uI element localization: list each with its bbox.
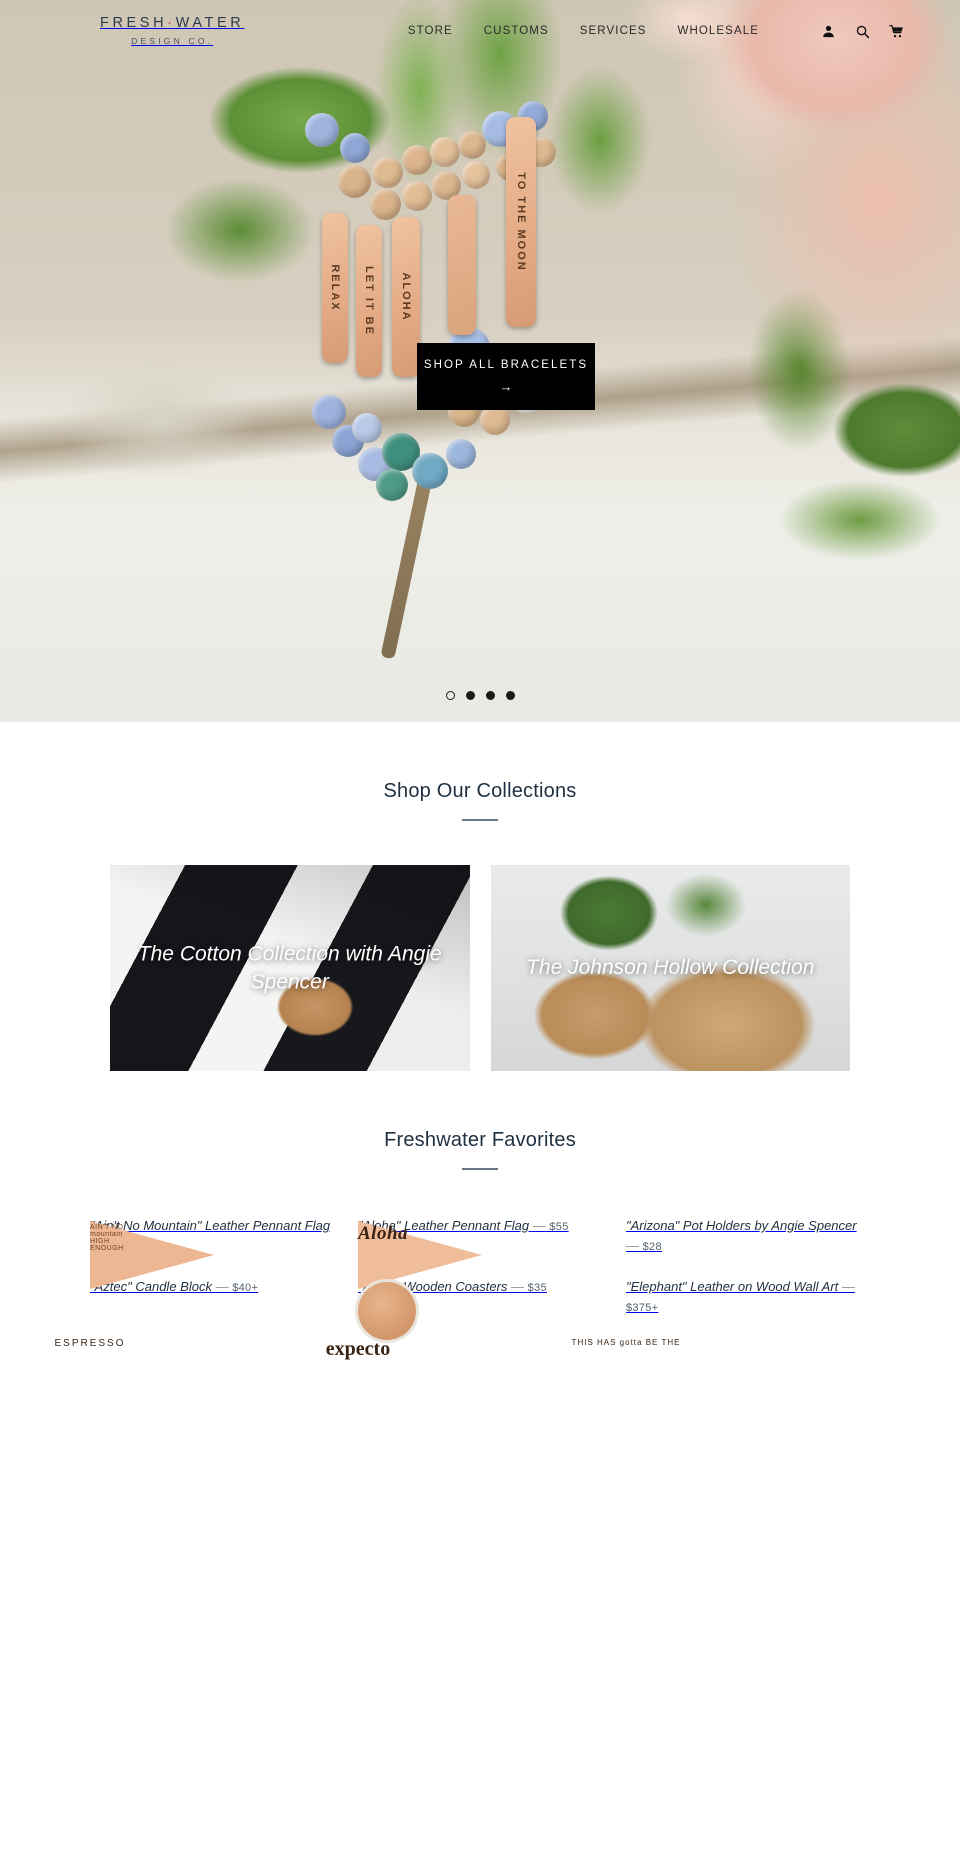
product-price: $40+ (232, 1282, 259, 1294)
product-card-aint-no-mountain[interactable]: AIN'T NO mountain HIGH ENOUGH "Ain't No … (90, 1216, 334, 1289)
bracelet-tag-label: ALOHA (400, 272, 412, 322)
product-card-aloha[interactable]: Aloha "Aloha" Leather Pennant Flag — $55 (358, 1216, 602, 1289)
bead (458, 131, 486, 159)
carousel-dot-1[interactable] (445, 691, 455, 700)
bracelet-tag-label: RELAX (329, 264, 341, 312)
product-card-arizona-pot-holders[interactable]: "Arizona" Pot Holders by Angie Spencer —… (626, 1216, 870, 1277)
bead (338, 165, 371, 198)
product-price: $28 (642, 1240, 662, 1253)
favorites-heading: Freshwater Favorites (384, 1129, 576, 1151)
product-dash: — (215, 1279, 229, 1294)
nav-item-services[interactable]: SERVICES (580, 25, 647, 37)
bracelet-product-cluster: RELAX LET IT BE ALOHA TO THE MOON (305, 95, 660, 525)
account-icon[interactable] (821, 24, 836, 39)
bead (446, 439, 476, 469)
nav-item-wholesale[interactable]: WHOLESALE (678, 25, 759, 37)
bead (340, 133, 370, 163)
bracelet-tag: RELAX (322, 213, 348, 363)
product-name-text: "Arizona" Pot Holders by Angie Spencer (626, 1218, 857, 1233)
product-dash: — (532, 1218, 546, 1233)
hero-cta-label: SHOP ALL BRACELETS (423, 359, 589, 371)
bead (430, 137, 460, 167)
bead (462, 161, 490, 189)
bead (352, 413, 382, 443)
hero-banner: RELAX LET IT BE ALOHA TO THE MOON SHOP A… (0, 0, 960, 722)
collections-heading: Shop Our Collections (383, 780, 577, 802)
bead (305, 113, 339, 147)
product-title: "Arizona" Pot Holders by Angie Spencer —… (626, 1218, 857, 1253)
bead (312, 395, 346, 429)
product-price: $55 (549, 1221, 569, 1233)
collection-card-caption: The Cotton Collection with Angie Spencer (137, 942, 442, 993)
bracelet-tag: ALOHA (392, 217, 420, 377)
product-grid: AIN'T NO mountain HIGH ENOUGH "Ain't No … (0, 1170, 960, 1360)
bracelet-tag: LET IT BE (356, 225, 382, 377)
carousel-dot-2[interactable] (465, 691, 475, 700)
arrow-right-icon: → (499, 378, 513, 394)
search-icon[interactable] (855, 24, 870, 39)
product-card-espresso-sign[interactable]: ESPRESSO (54, 1338, 334, 1360)
product-price: $35 (527, 1282, 547, 1294)
product-price: $375+ (626, 1301, 659, 1314)
product-dash: — (841, 1279, 855, 1294)
bracelet-tag-label: LET IT BE (363, 266, 375, 336)
cart-icon[interactable] (889, 24, 904, 39)
header-icon-group (821, 24, 904, 39)
nav-item-store[interactable]: STORE (408, 25, 453, 37)
product-card-expecto-sign[interactable]: expecto (326, 1338, 602, 1360)
nav-item-customs[interactable]: CUSTOMS (484, 25, 549, 37)
carousel-dot-4[interactable] (505, 691, 515, 700)
logo-text-main: FRESH·WATER (100, 15, 245, 32)
product-name-text: "Elephant" Leather on Wood Wall Art (626, 1279, 839, 1294)
shop-all-bracelets-button[interactable]: SHOP ALL BRACELETS → (417, 343, 595, 410)
product-dash: — (626, 1237, 639, 1253)
carousel-dot-3[interactable] (485, 691, 495, 700)
bracelet-tag: TO THE MOON (506, 117, 536, 327)
favorites-section: Freshwater Favorites AIN'T NO mountain H… (0, 1071, 960, 1360)
bracelet-tag (448, 195, 476, 335)
logo-secondary-text: DESIGN CO. (131, 36, 214, 47)
product-dash: — (511, 1279, 525, 1294)
product-title: "Elephant" Leather on Wood Wall Art — $3… (626, 1279, 855, 1314)
bead (372, 157, 403, 188)
logo-primary-text: FRESH·WATER (100, 14, 244, 34)
bead (370, 189, 401, 220)
site-header: FRESH·WATER DESIGN CO. STORE CUSTOMS SER… (0, 0, 960, 62)
collection-card-caption: The Johnson Hollow Collection (526, 956, 815, 980)
bracelet-tag-label: TO THE MOON (515, 172, 527, 272)
collections-grid: The Cotton Collection with Angie Spencer… (0, 821, 960, 1071)
carousel-dots (0, 691, 960, 700)
bead (376, 469, 408, 501)
bead (402, 181, 432, 211)
bead (402, 145, 432, 175)
bead (412, 453, 448, 489)
collections-section: Shop Our Collections The Cotton Collecti… (0, 722, 960, 1071)
site-logo[interactable]: FRESH·WATER DESIGN CO. (100, 14, 244, 47)
main-navigation: STORE CUSTOMS SERVICES WHOLESALE (408, 24, 932, 39)
product-card-gotta-be-sign[interactable]: THIS HAS gotta BE THE (572, 1338, 870, 1360)
collection-card-cotton[interactable]: The Cotton Collection with Angie Spencer (110, 865, 470, 1071)
collection-card-johnson-hollow[interactable]: The Johnson Hollow Collection (490, 865, 850, 1071)
product-card-elephant-wall-art[interactable]: "Elephant" Leather on Wood Wall Art — $3… (626, 1277, 870, 1338)
